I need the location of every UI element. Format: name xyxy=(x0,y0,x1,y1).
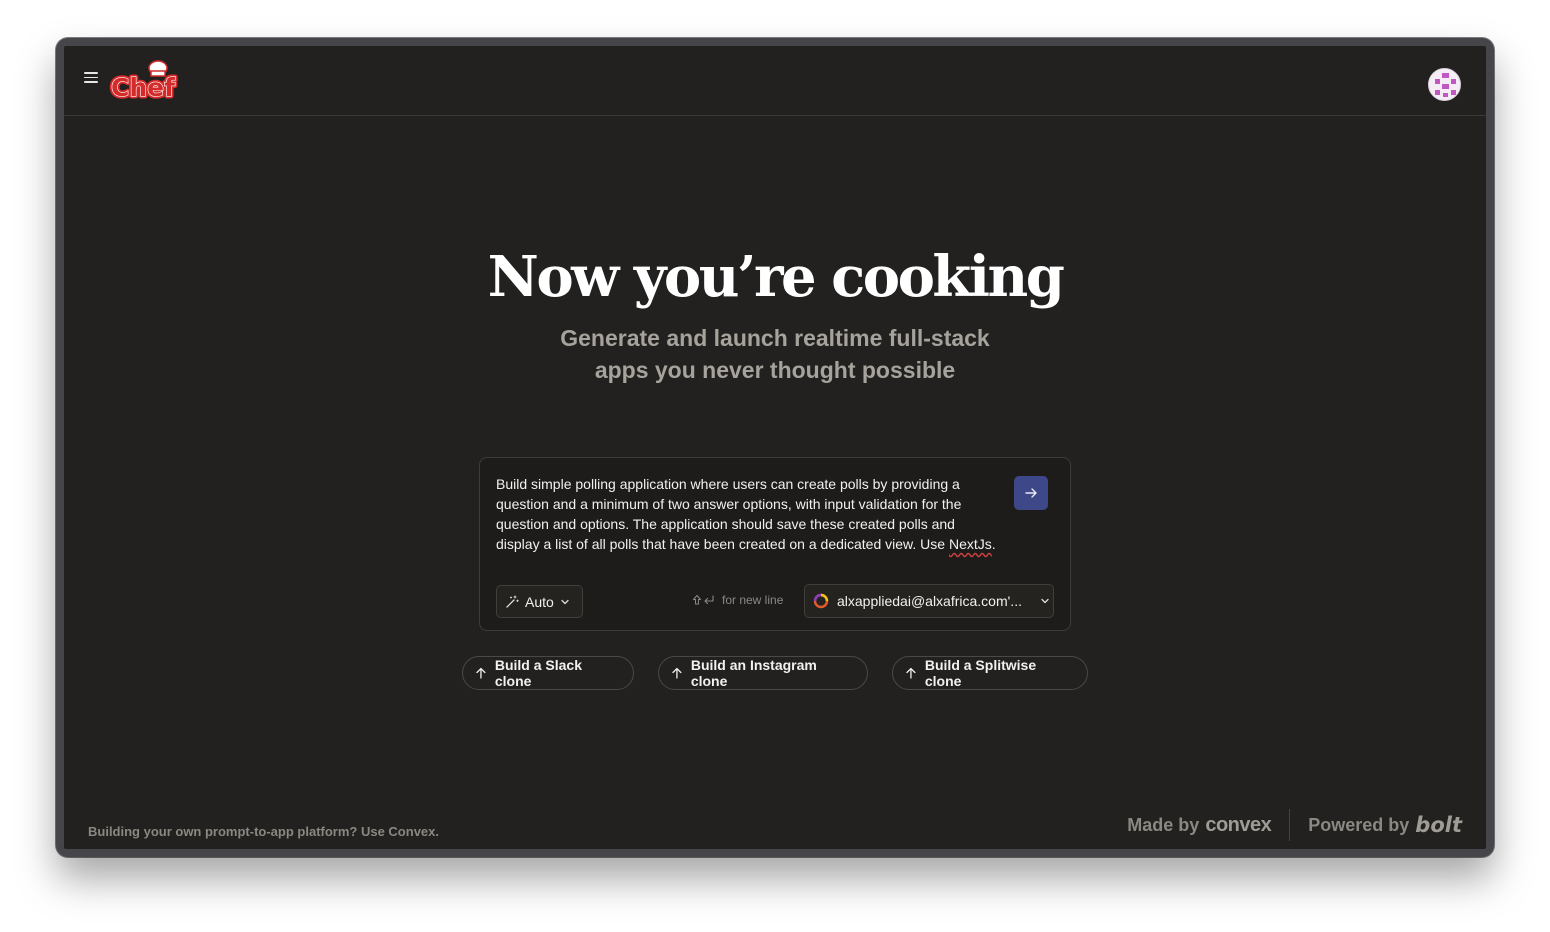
suggestion-slack-clone[interactable]: Build a Slack clone xyxy=(462,656,634,690)
convex-logo[interactable]: convex xyxy=(1205,814,1271,837)
arrow-right-icon xyxy=(1025,488,1037,498)
footer-divider xyxy=(1289,809,1291,841)
footer-convex-link[interactable]: Building your own prompt-to-app platform… xyxy=(88,824,439,839)
suggestion-label: Build an Instagram clone xyxy=(690,657,817,689)
suggestion-instagram-clone[interactable]: Build an Instagram clone xyxy=(658,656,868,690)
hero-title: Now you’re cooking xyxy=(487,244,1065,310)
team-select-label: alxappliedai@alxafrica.com'... xyxy=(837,593,1022,609)
newline-hint: for new line xyxy=(692,593,783,607)
chef-logo[interactable]: Chef Chef xyxy=(108,58,182,106)
bolt-logo[interactable]: bolt xyxy=(1415,813,1462,837)
hamburger-menu-icon[interactable] xyxy=(84,72,98,84)
prompt-text-end: . xyxy=(991,536,996,552)
browser-window: Chef Chef Now you’re cooking Generate an… xyxy=(56,38,1494,857)
footer-credits: Made by convex Powered by bolt xyxy=(1127,808,1462,842)
shift-enter-icon xyxy=(693,595,714,605)
arrow-up-icon xyxy=(476,667,486,679)
chevron-down-icon xyxy=(1041,598,1049,604)
prompt-text-misspelled: NextJs xyxy=(948,536,992,552)
top-bar: Chef Chef xyxy=(64,46,1486,116)
prompt-text-main: Build simple polling application where u… xyxy=(496,476,962,552)
suggestion-label: Build a Slack clone xyxy=(494,657,583,689)
arrow-up-icon xyxy=(672,667,682,679)
prompt-box: Build simple polling application where u… xyxy=(479,457,1071,631)
send-button[interactable] xyxy=(1014,476,1048,510)
powered-by-label: Powered by xyxy=(1308,814,1410,835)
newline-hint-label: for new line xyxy=(722,593,784,607)
suggestion-splitwise-clone[interactable]: Build a Splitwise clone xyxy=(892,656,1088,690)
hero-subtitle: Generate and launch realtime full-stack … xyxy=(560,325,990,383)
suggestion-chips: Build a Slack clone Build an Instagram c… xyxy=(64,656,1486,690)
made-by-label: Made by xyxy=(1127,814,1200,835)
user-avatar[interactable] xyxy=(1428,68,1461,101)
svg-text:Chef: Chef xyxy=(111,73,176,102)
chevron-down-icon xyxy=(561,599,569,604)
team-logo-icon xyxy=(813,593,829,609)
prompt-textarea[interactable]: Build simple polling application where u… xyxy=(496,474,996,554)
model-select[interactable]: Auto xyxy=(496,585,583,618)
suggestion-label: Build a Splitwise clone xyxy=(924,657,1037,689)
arrow-up-icon xyxy=(906,667,916,679)
magic-wand-icon xyxy=(506,595,519,608)
team-select[interactable]: alxappliedai@alxafrica.com'... xyxy=(804,584,1054,618)
app-root: Chef Chef Now you’re cooking Generate an… xyxy=(64,46,1486,849)
model-select-label: Auto xyxy=(525,593,554,610)
